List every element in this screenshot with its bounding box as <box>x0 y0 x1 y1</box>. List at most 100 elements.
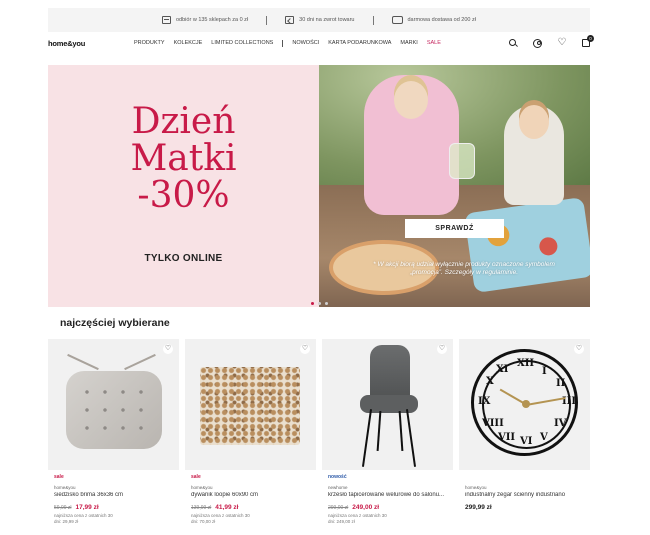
cushion-tie <box>124 353 156 371</box>
lowest-price-value: dni: 70,00 zł <box>191 519 216 524</box>
slider-dots <box>311 302 328 305</box>
product-brand: newhome <box>328 485 348 490</box>
logo[interactable]: home&you <box>48 39 85 48</box>
menu-item-produkty[interactable]: PRODUKTY <box>134 40 165 46</box>
current-price: 299,99 zł <box>465 504 492 511</box>
product-name[interactable]: industrialny zegar ścienny industriano <box>465 492 587 498</box>
old-price: 59,99 zł <box>54 505 72 511</box>
product-name[interactable]: siedzisko brima 36x36 cm <box>54 492 176 498</box>
store-icon <box>162 16 171 24</box>
current-price: 17,99 zł <box>75 504 99 511</box>
hero-title-line-3: -30% <box>137 175 230 216</box>
clock-numeral: IX <box>478 396 491 407</box>
chair-leg <box>376 410 382 452</box>
menu-item-marki[interactable]: MARKI <box>400 40 417 46</box>
menu-item-karta-podarunkowa[interactable]: KARTA PODARUNKOWA <box>328 40 391 46</box>
header-actions: ♡ 0 <box>508 35 594 48</box>
product-name[interactable]: dywanik loopie 60x90 cm <box>191 492 313 498</box>
current-price: 249,00 zł <box>352 504 380 511</box>
photo-child <box>504 105 564 205</box>
menu-item-sale[interactable]: SALE <box>427 40 441 46</box>
hero-photo: SPRAWDŹ * W akcji biorą udział wyłącznie… <box>319 65 590 307</box>
hero-title: Dzień Matki -30% <box>48 103 319 214</box>
chair-backrest <box>370 345 410 401</box>
user-icon[interactable] <box>533 38 542 48</box>
sale-tag: sale <box>54 474 64 480</box>
photo-woman <box>364 75 459 215</box>
product-image[interactable] <box>48 339 179 470</box>
clock-illustration: XII III VI IX I II IV V VII VIII X XI <box>471 349 578 456</box>
clock-numeral: VI <box>520 436 533 447</box>
new-tag: nowość <box>328 474 347 480</box>
slider-dot-1[interactable] <box>311 302 314 305</box>
cushion-tie <box>67 353 99 371</box>
slider-dot-2[interactable] <box>318 302 321 305</box>
product-prices: 139,99 zł 41,99 zł <box>191 504 238 511</box>
section-title: najczęściej wybierane <box>60 317 170 329</box>
lowest-price-value: dni: 249,00 zł <box>328 519 355 524</box>
product-card[interactable]: ♡ nowość newhome krzesło tapicerowane we… <box>322 339 453 535</box>
truck-icon <box>391 16 403 24</box>
product-prices: 299,99 zł <box>465 504 492 511</box>
menu-divider <box>282 39 284 47</box>
old-price: 299,00 zł <box>328 505 349 511</box>
favorite-heart-icon[interactable]: ♡ <box>300 344 310 354</box>
bag-icon[interactable]: 0 <box>582 35 594 47</box>
heart-icon[interactable]: ♡ <box>557 38 567 48</box>
current-price: 41,99 zł <box>215 504 239 511</box>
product-card[interactable]: ♡ sale home&you dywanik loopie 60x90 cm … <box>185 339 316 535</box>
rug-illustration <box>200 367 300 445</box>
old-price: 139,99 zł <box>191 505 212 511</box>
check-button[interactable]: SPRAWDŹ <box>405 219 504 238</box>
clock-numeral: XI <box>496 364 509 375</box>
info-delivery-text: darmowa dostawa od 200 zł <box>407 17 476 23</box>
promo-disclaimer: * W akcji biorą udział wyłącznie produkt… <box>373 261 555 276</box>
product-prices: 59,99 zł 17,99 zł <box>54 504 99 511</box>
info-item-return: 30 dni na zwrot towaru <box>267 16 372 24</box>
clock-center <box>522 400 530 408</box>
lowest-price-note: najniższa cena z ostatnich 30 dni: 70,00… <box>191 513 313 525</box>
menu-item-kolekcje[interactable]: KOLEKCJE <box>174 40 203 46</box>
hero-title-line-1: Dzień <box>131 101 236 142</box>
product-prices: 299,00 zł 249,00 zł <box>328 504 379 511</box>
clock-hand <box>525 397 566 406</box>
lowest-price-value: dni: 29,99 zł <box>54 519 79 524</box>
hero-text-panel: Dzień Matki -30% TYLKO ONLINE <box>48 65 319 307</box>
menu-item-nowosci[interactable]: NOWOŚCI <box>292 40 319 46</box>
product-card[interactable]: XII III VI IX I II IV V VII VIII X XI ♡ … <box>459 339 590 535</box>
product-image[interactable] <box>185 339 316 470</box>
photo-jar <box>449 143 475 179</box>
info-return-text: 30 dni na zwrot towaru <box>299 17 355 23</box>
clock-numeral: XII <box>517 358 535 369</box>
chair-seat <box>360 395 418 413</box>
photo-cushion <box>464 197 590 293</box>
product-brand: home&you <box>54 485 76 490</box>
product-image[interactable] <box>322 339 453 470</box>
product-name[interactable]: krzesło tapicerowane welurowe do salonu.… <box>328 492 450 498</box>
favorite-heart-icon[interactable]: ♡ <box>574 344 584 354</box>
clock-numeral: X <box>486 376 494 387</box>
slider-dot-3[interactable] <box>325 302 328 305</box>
search-icon[interactable] <box>508 38 518 48</box>
info-item-delivery: darmowa dostawa od 200 zł <box>374 16 494 24</box>
product-brand: home&you <box>465 485 487 490</box>
info-item-pickup: odbiór w 135 sklepach za 0 zł <box>144 16 266 24</box>
product-card[interactable]: ♡ sale home&you siedzisko brima 36x36 cm… <box>48 339 179 535</box>
chair-leg <box>405 409 417 467</box>
hero-subtitle: TYLKO ONLINE <box>144 253 223 264</box>
clock-numeral: IV <box>554 418 567 429</box>
hero-title-line-2: Matki <box>130 138 237 179</box>
info-pickup-text: odbiór w 135 sklepach za 0 zł <box>176 17 249 23</box>
chair-leg <box>398 410 404 452</box>
favorite-heart-icon[interactable]: ♡ <box>163 344 173 354</box>
info-bar: odbiór w 135 sklepach za 0 zł 30 dni na … <box>48 8 590 32</box>
hero-banner[interactable]: Dzień Matki -30% TYLKO ONLINE SPRAWDŹ * … <box>48 65 590 307</box>
clock-numeral: VIII <box>482 418 504 429</box>
cart-count-badge: 0 <box>587 35 594 42</box>
main-header: home&you PRODUKTY KOLEKCJE LIMITED COLLE… <box>48 33 594 53</box>
favorite-heart-icon[interactable]: ♡ <box>437 344 447 354</box>
product-list: ♡ sale home&you siedzisko brima 36x36 cm… <box>48 339 590 535</box>
product-image[interactable]: XII III VI IX I II IV V VII VIII X XI <box>459 339 590 470</box>
menu-item-limited-collections[interactable]: LIMITED COLLECTIONS <box>211 40 273 46</box>
cushion-illustration <box>66 371 162 449</box>
